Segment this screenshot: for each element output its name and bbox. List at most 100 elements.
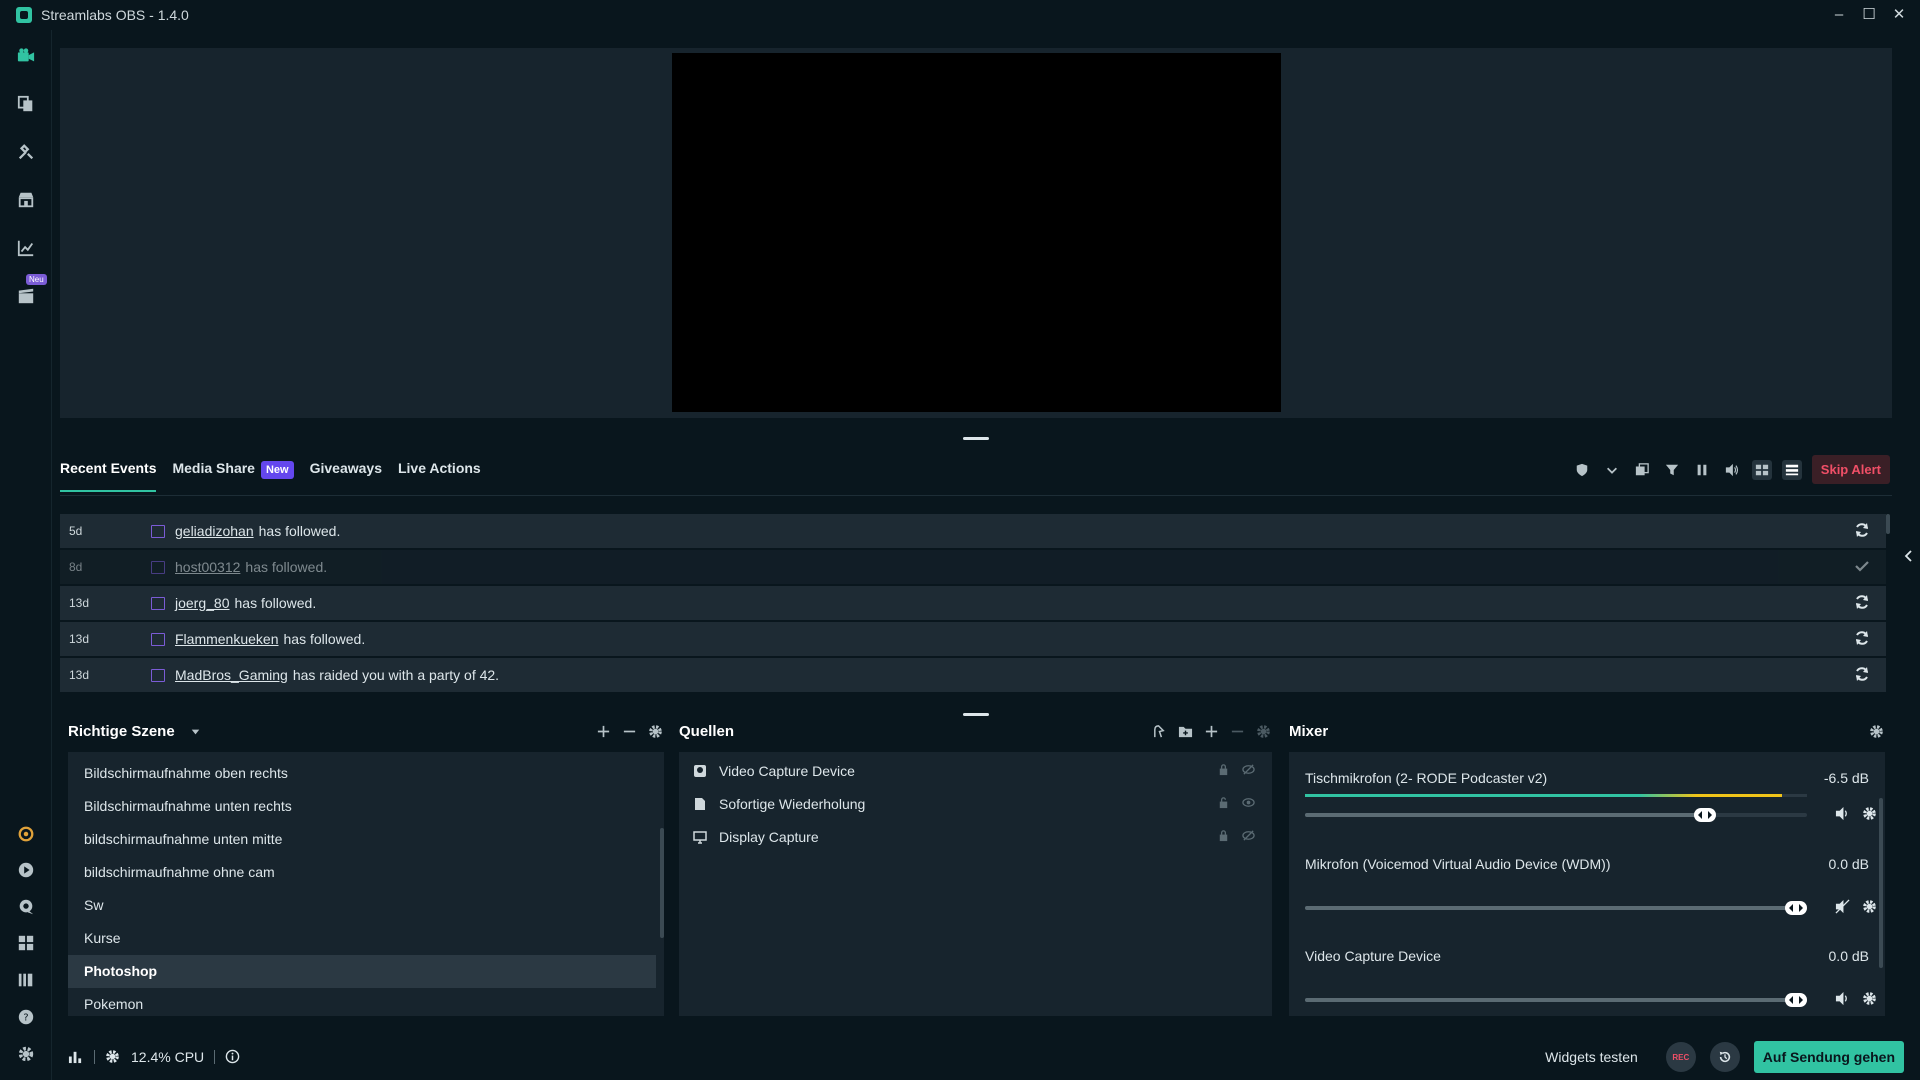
- grid-view-icon[interactable]: [1751, 459, 1772, 480]
- channel-settings-icon[interactable]: [1862, 899, 1878, 915]
- scene-item[interactable]: Sw: [68, 889, 664, 922]
- library-icon[interactable]: [16, 970, 36, 990]
- repeat-alert-icon[interactable]: [1854, 666, 1872, 684]
- remove-source-icon[interactable]: [1228, 722, 1246, 740]
- pause-icon[interactable]: [1692, 460, 1712, 480]
- repeat-alert-icon[interactable]: [1854, 594, 1872, 612]
- visibility-off-icon[interactable]: [1242, 829, 1256, 843]
- close-button[interactable]: ✕: [1892, 7, 1906, 22]
- new-badge: New: [260, 461, 294, 479]
- info-icon[interactable]: [225, 1049, 241, 1065]
- tab-live-actions[interactable]: Live Actions: [398, 452, 481, 484]
- source-item[interactable]: Display Capture: [679, 820, 1272, 853]
- filter-icon[interactable]: [1662, 460, 1682, 480]
- lock-icon[interactable]: [1217, 829, 1231, 843]
- volume-slider[interactable]: [1305, 808, 1807, 822]
- play-icon[interactable]: [16, 860, 36, 880]
- event-row: 13d MadBros_Gaming has raided you with a…: [60, 658, 1886, 692]
- popout-icon[interactable]: [1632, 460, 1652, 480]
- analytics-icon[interactable]: [16, 238, 36, 258]
- test-widgets-button[interactable]: Widgets testen: [1545, 1049, 1638, 1065]
- list-view-icon[interactable]: [1781, 459, 1802, 480]
- recent-events-list: 5d geliadizohan has followed. 8d host003…: [60, 514, 1886, 694]
- scenes-scrollbar[interactable]: [660, 828, 664, 938]
- speaker-muted-icon[interactable]: [1835, 899, 1851, 915]
- visibility-icon[interactable]: [1242, 796, 1256, 810]
- speaker-icon[interactable]: [1835, 991, 1851, 1007]
- add-scene-icon[interactable]: [594, 722, 612, 740]
- unlock-icon[interactable]: [1217, 796, 1231, 810]
- volume-slider-thumb[interactable]: [1785, 993, 1807, 1007]
- tab-recent-events[interactable]: Recent Events: [60, 452, 157, 492]
- scene-item[interactable]: Kurse: [68, 922, 664, 955]
- help-icon[interactable]: ?: [16, 1007, 36, 1027]
- minimize-button[interactable]: –: [1832, 7, 1846, 22]
- speaker-icon[interactable]: [1835, 806, 1851, 822]
- event-username[interactable]: joerg_80: [175, 595, 230, 611]
- volume-icon[interactable]: [1722, 460, 1742, 480]
- repeat-alert-icon[interactable]: [1854, 630, 1872, 648]
- new-feature-icon[interactable]: [16, 286, 36, 306]
- add-folder-icon[interactable]: [1176, 722, 1194, 740]
- lock-icon[interactable]: [1217, 763, 1231, 777]
- event-username[interactable]: host00312: [175, 559, 240, 575]
- mixer-settings-icon[interactable]: [1867, 722, 1885, 740]
- volume-slider-thumb[interactable]: [1785, 901, 1807, 915]
- source-item[interactable]: Sofortige Wiederholung: [679, 787, 1272, 820]
- event-username[interactable]: Flammenkueken: [175, 631, 279, 647]
- replay-buffer-button[interactable]: [1709, 1042, 1740, 1072]
- go-live-button[interactable]: Auf Sendung gehen: [1753, 1041, 1904, 1073]
- event-username[interactable]: MadBros_Gaming: [175, 667, 288, 683]
- event-username[interactable]: geliadizohan: [175, 523, 254, 539]
- record-button[interactable]: REC: [1665, 1042, 1696, 1072]
- maximize-button[interactable]: ☐: [1862, 7, 1876, 22]
- source-settings-icon[interactable]: [1254, 722, 1272, 740]
- scene-item[interactable]: Pokemon: [68, 988, 664, 1021]
- volume-slider[interactable]: [1305, 901, 1807, 915]
- channel-settings-icon[interactable]: [1862, 806, 1878, 822]
- layout-icon[interactable]: [16, 933, 36, 953]
- check-icon[interactable]: [1854, 558, 1872, 576]
- manage-sources-icon[interactable]: [1150, 722, 1168, 740]
- tab-giveaways[interactable]: Giveaways: [310, 452, 382, 484]
- scene-item[interactable]: bildschirmaufnahme unten mitte: [68, 823, 664, 856]
- skip-alert-button[interactable]: Skip Alert: [1811, 455, 1890, 484]
- channel-settings-icon[interactable]: [1862, 991, 1878, 1007]
- prime-icon[interactable]: [16, 824, 36, 844]
- scene-item[interactable]: Bildschirmaufnahme oben rechts: [68, 757, 664, 790]
- chat-icon[interactable]: [16, 897, 36, 917]
- visibility-off-icon[interactable]: [1242, 763, 1256, 777]
- preview-canvas[interactable]: [672, 53, 1281, 412]
- volume-slider-thumb[interactable]: [1693, 808, 1716, 822]
- event-row: 13d Flammenkueken has followed.: [60, 622, 1886, 656]
- scene-item-active[interactable]: Photoshop: [68, 955, 656, 988]
- scene-item[interactable]: bildschirmaufnahme ohne cam: [68, 856, 664, 889]
- app-store-icon[interactable]: [16, 142, 36, 162]
- add-source-icon[interactable]: [1202, 722, 1220, 740]
- safety-shield-icon[interactable]: [1572, 460, 1592, 480]
- caret-down-icon[interactable]: [187, 722, 205, 740]
- studio-camera-icon[interactable]: [16, 46, 36, 66]
- source-label: Sofortige Wiederholung: [719, 795, 866, 812]
- scene-item[interactable]: Bildschirmaufnahme unten rechts: [68, 790, 664, 823]
- events-resize-handle[interactable]: [963, 713, 989, 716]
- mixer-title: Mixer: [1289, 722, 1329, 740]
- tab-media-share[interactable]: Media Share New: [172, 452, 294, 487]
- store-icon[interactable]: [16, 190, 36, 210]
- tab-media-share-label: Media Share: [172, 460, 255, 476]
- performance-chart-icon[interactable]: [68, 1049, 84, 1065]
- source-item[interactable]: Video Capture Device: [679, 754, 1272, 787]
- events-scrollbar[interactable]: [1886, 514, 1890, 534]
- themes-icon[interactable]: [16, 94, 36, 114]
- volume-meter: [1305, 794, 1807, 797]
- scene-collection-title[interactable]: Richtige Szene: [68, 723, 175, 740]
- volume-slider[interactable]: [1305, 993, 1807, 1007]
- preview-resize-handle[interactable]: [963, 437, 989, 440]
- mixer-scrollbar[interactable]: [1879, 798, 1883, 968]
- settings-icon[interactable]: [16, 1044, 36, 1064]
- chevron-down-icon[interactable]: [1602, 460, 1622, 480]
- scene-settings-icon[interactable]: [646, 722, 664, 740]
- remove-scene-icon[interactable]: [620, 722, 638, 740]
- repeat-alert-icon[interactable]: [1854, 522, 1872, 540]
- chevron-left-icon[interactable]: [1902, 548, 1914, 564]
